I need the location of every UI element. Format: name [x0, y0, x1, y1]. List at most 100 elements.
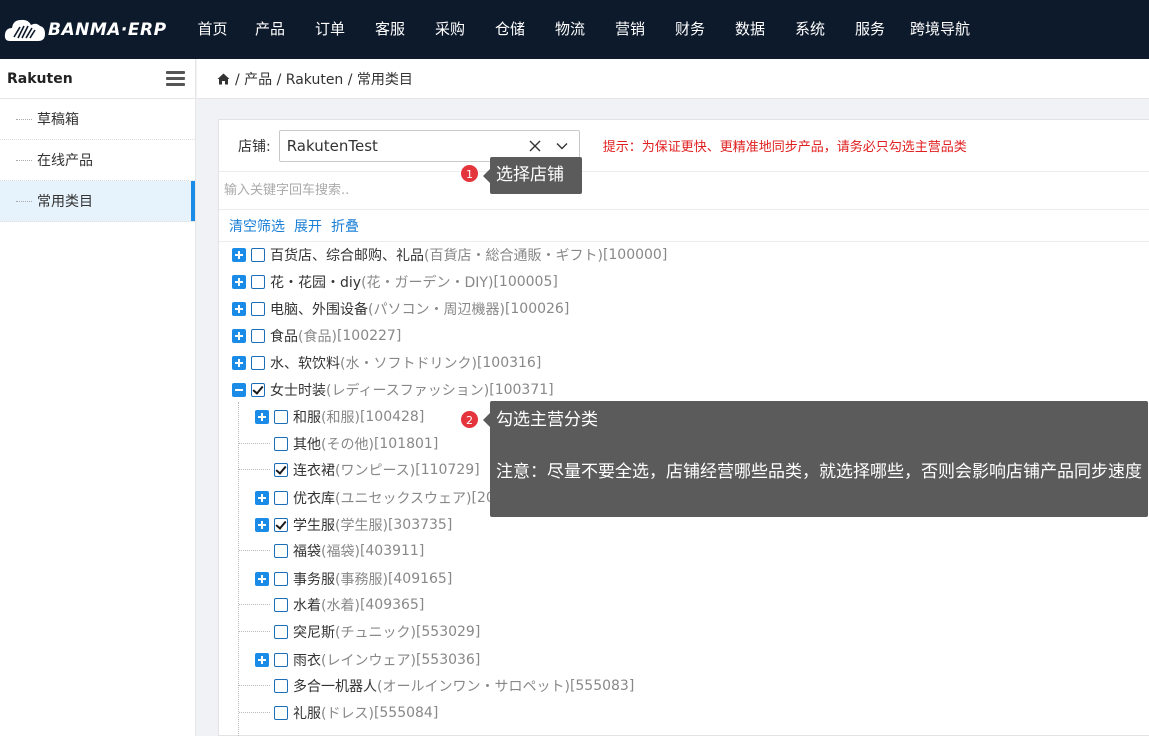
category-jp-name: (ドレス)	[321, 705, 374, 722]
nav-item[interactable]: 物流	[540, 0, 600, 59]
top-navbar: BANMA·ERP 首页 产品 订单 客服 采购 仓储 物流 营销 财务 数据 系统 服务 跨境导航	[0, 0, 1149, 59]
category-checkbox[interactable]	[274, 571, 288, 586]
category-checkbox[interactable]	[274, 543, 288, 558]
category-name[interactable]: 其他	[293, 434, 321, 454]
home-icon[interactable]	[217, 73, 230, 85]
tree-action-link[interactable]: 清空筛选	[229, 216, 285, 236]
category-checkbox[interactable]	[274, 624, 288, 639]
category-name[interactable]: 水、软饮料	[270, 353, 340, 373]
category-name[interactable]: 事务服	[293, 569, 335, 589]
tree-node: 水着 (水着) [409365]	[255, 591, 424, 618]
expand-plus-icon[interactable]	[255, 409, 269, 424]
category-checkbox[interactable]	[251, 247, 265, 262]
nav-item[interactable]: 产品	[240, 0, 300, 59]
store-filter-row: 店铺: RakutenTest 提示：为保证更快、更精准地同步产品，请务必只勾选…	[219, 120, 1149, 172]
expand-plus-icon[interactable]	[255, 571, 269, 586]
nav-item[interactable]: 仓储	[480, 0, 540, 59]
category-name[interactable]: 女士时装	[270, 380, 326, 400]
category-name[interactable]: 食品	[270, 326, 298, 346]
tree-actions: 清空筛选 展开 折叠	[219, 210, 1149, 242]
category-checkbox[interactable]	[274, 678, 288, 693]
category-checkbox[interactable]	[274, 462, 288, 477]
chevron-down-icon[interactable]	[555, 140, 569, 152]
category-checkbox[interactable]	[251, 328, 265, 343]
step-badge-2: 2	[460, 410, 479, 429]
nav-item[interactable]: 跨境导航	[900, 0, 980, 59]
nav-item[interactable]: 服务	[840, 0, 900, 59]
category-name[interactable]: 和服	[293, 407, 321, 427]
category-name[interactable]: 福袋	[293, 541, 321, 561]
category-code: [403911]	[359, 542, 425, 559]
expand-plus-icon[interactable]	[232, 274, 246, 289]
tree-node: 福袋 (福袋) [403911]	[255, 537, 424, 564]
category-jp-name: (事務服)	[335, 571, 388, 588]
nav-item[interactable]: 客服	[360, 0, 420, 59]
tree-node: 百货店、综合邮购、礼品 (百貨店・総合通販・ギフト) [100000]	[232, 241, 667, 268]
brand-logo[interactable]: BANMA·ERP	[0, 0, 185, 59]
sidebar-item[interactable]: 草稿箱	[0, 99, 195, 140]
category-jp-name: (レディースファッション)	[326, 382, 490, 399]
tree-node: 电脑、外围设备 (パソコン・周辺機器) [100026]	[232, 295, 569, 322]
category-checkbox[interactable]	[274, 490, 288, 505]
category-name[interactable]: 突尼斯	[293, 622, 335, 642]
sidebar-items: 草稿箱 在线产品常用类目	[0, 99, 195, 222]
category-jp-name: (パソコン・周辺機器)	[368, 301, 505, 318]
category-jp-name: (水・ソフトドリンク)	[340, 355, 477, 372]
expand-plus-icon[interactable]	[232, 247, 246, 262]
category-checkbox[interactable]	[274, 409, 288, 424]
category-checkbox[interactable]	[274, 597, 288, 612]
category-name[interactable]: 礼服	[293, 703, 321, 723]
category-name[interactable]: 百货店、综合邮购、礼品	[270, 245, 424, 265]
category-name[interactable]: 电脑、外围设备	[270, 299, 368, 319]
sidebar-title: Rakuten	[7, 70, 73, 87]
expand-plus-icon[interactable]	[255, 652, 269, 667]
category-name[interactable]: 学生服	[293, 515, 335, 535]
tooltip-select-category: 勾选主营分类 注意：尽量不要全选，店铺经营哪些品类，就选择哪些，否则会影响店铺产…	[483, 401, 1148, 517]
nav-item[interactable]: 财务	[660, 0, 720, 59]
category-name[interactable]: 多合一机器人	[293, 676, 377, 696]
category-checkbox[interactable]	[274, 652, 288, 667]
category-jp-name: (和服)	[321, 409, 360, 426]
step-badge-1: 1	[460, 164, 479, 183]
category-checkbox[interactable]	[274, 517, 288, 532]
store-label: 店铺:	[238, 138, 271, 155]
sidebar-header: Rakuten	[0, 59, 195, 99]
category-checkbox[interactable]	[274, 436, 288, 451]
nav-item[interactable]: 订单	[300, 0, 360, 59]
category-name[interactable]: 优衣库	[293, 488, 335, 508]
tree-action-link[interactable]: 折叠	[331, 216, 359, 236]
tooltip-select-category-title: 勾选主营分类	[496, 410, 598, 430]
sidebar-item[interactable]: 常用类目	[0, 181, 195, 222]
category-name[interactable]: 花・花园・diy	[270, 272, 361, 292]
collapse-minus-icon[interactable]	[232, 382, 246, 397]
tree-node: 突尼斯 (チュニック) [553029]	[255, 618, 480, 645]
clear-icon[interactable]	[527, 138, 543, 154]
expand-plus-icon[interactable]	[232, 355, 246, 370]
category-code: [100371]	[489, 381, 554, 398]
sidebar-item[interactable]: 在线产品	[0, 140, 195, 181]
category-checkbox[interactable]	[251, 355, 265, 370]
category-jp-name: (レインウェア)	[321, 652, 416, 669]
tree-node: 和服 (和服) [100428]	[255, 403, 424, 430]
menu-toggle-icon[interactable]	[166, 71, 185, 86]
category-checkbox[interactable]	[251, 382, 265, 397]
category-name[interactable]: 雨衣	[293, 650, 321, 670]
expand-plus-icon[interactable]	[255, 517, 269, 532]
sidebar-item-label: 常用类目	[37, 194, 93, 210]
nav-item[interactable]: 营销	[600, 0, 660, 59]
nav-item[interactable]: 首页	[185, 0, 240, 59]
expand-plus-icon[interactable]	[255, 490, 269, 505]
category-checkbox[interactable]	[251, 274, 265, 289]
category-name[interactable]: 水着	[293, 595, 321, 615]
expand-plus-icon[interactable]	[232, 328, 246, 343]
category-jp-name: (チュニック)	[335, 624, 416, 641]
category-jp-name: (オールインワン・サロペット)	[377, 678, 570, 695]
category-checkbox[interactable]	[274, 705, 288, 720]
tree-action-link[interactable]: 展开	[294, 216, 322, 236]
nav-item[interactable]: 数据	[720, 0, 780, 59]
nav-item[interactable]: 采购	[420, 0, 480, 59]
expand-plus-icon[interactable]	[232, 301, 246, 316]
nav-item[interactable]: 系统	[780, 0, 840, 59]
category-name[interactable]: 连衣裙	[293, 460, 335, 480]
category-checkbox[interactable]	[251, 301, 265, 316]
